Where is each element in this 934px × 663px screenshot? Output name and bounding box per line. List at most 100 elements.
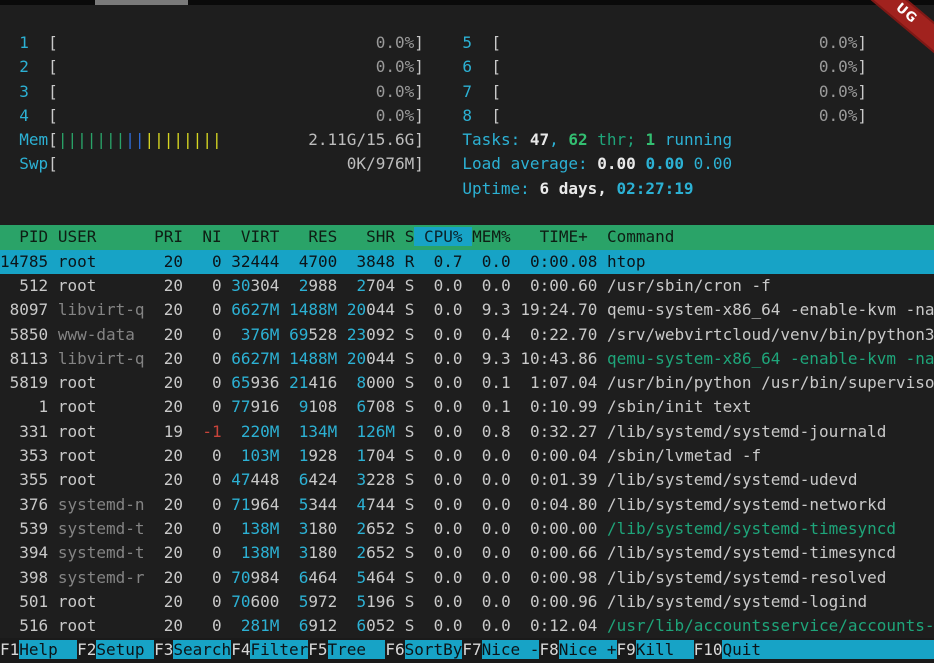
fkey-f4-filter[interactable]: F4Filter	[231, 640, 308, 659]
virt-cell: 916	[251, 397, 280, 416]
text	[395, 397, 405, 416]
command-cell: /sbin/init text	[607, 397, 752, 416]
text	[337, 397, 347, 416]
text	[337, 446, 347, 465]
swap-meter-label: Swp	[19, 154, 48, 173]
process-row-14785[interactable]: 14785 root 20 0 32444 4700 3848 R 0.7 0.…	[0, 250, 934, 274]
process-row-398[interactable]: 398 systemd-r 20 0 70984 6464 5464 S 0.0…	[0, 566, 934, 590]
text	[463, 519, 473, 538]
mem-cell: 0.0	[472, 568, 511, 587]
shr-cell: 6	[357, 397, 367, 416]
column-header-virt[interactable]: VIRT	[231, 227, 279, 246]
terminal-tab[interactable]	[95, 0, 188, 5]
cpu7-meter-bracket: [	[491, 82, 501, 101]
fkey-f2-setup[interactable]: F2Setup	[77, 640, 154, 659]
text	[48, 470, 58, 489]
column-header-command[interactable]: Command	[607, 227, 674, 246]
text	[231, 446, 241, 465]
process-row-5850[interactable]: 5850 www-data 20 0 376M 69528 23092 S 0.…	[0, 323, 934, 347]
text	[337, 349, 347, 368]
text	[395, 422, 405, 441]
column-header-cpu-sort[interactable]: CPU%	[414, 227, 472, 246]
text	[347, 495, 357, 514]
virt-cell: 448	[251, 470, 280, 489]
process-row-501[interactable]: 501 root 20 0 70600 5972 5196 S 0.0 0.0 …	[0, 590, 934, 614]
text	[337, 495, 347, 514]
mem-cell: 0.0	[472, 470, 511, 489]
text	[222, 373, 232, 392]
process-row-331[interactable]: 331 root 19 -1 220M 134M 126M S 0.0 0.8 …	[0, 420, 934, 444]
fkey-label: F4	[231, 640, 250, 659]
cpu-cell: 0.0	[424, 470, 463, 489]
res-cell: 180	[308, 519, 337, 538]
column-header-mem[interactable]: MEM%	[472, 227, 511, 246]
ni-cell: 0	[193, 373, 222, 392]
text	[597, 325, 607, 344]
column-header-shr[interactable]: SHR	[347, 227, 395, 246]
load-1min: 0.00	[597, 154, 636, 173]
text	[145, 252, 155, 271]
pid-cell: 353	[0, 446, 48, 465]
fkey-f1-help[interactable]: F1Help	[0, 640, 77, 659]
process-row-353[interactable]: 353 root 20 0 103M 1928 1704 S 0.0 0.0 0…	[0, 444, 934, 468]
process-row-394[interactable]: 394 systemd-t 20 0 138M 3180 2652 S 0.0 …	[0, 541, 934, 565]
text	[347, 592, 357, 611]
column-header-time[interactable]: TIME+	[520, 227, 597, 246]
text	[414, 616, 424, 635]
text	[289, 252, 299, 271]
text	[347, 252, 357, 271]
process-row-355[interactable]: 355 root 20 0 47448 6424 3228 S 0.0 0.0 …	[0, 468, 934, 492]
text	[0, 57, 19, 76]
time-cell: 0:00.66	[520, 543, 597, 562]
text	[463, 495, 473, 514]
user-cell: root	[58, 422, 145, 441]
column-header-pri[interactable]: PRI	[154, 227, 183, 246]
text	[337, 300, 347, 319]
state-cell: S	[405, 325, 415, 344]
column-header-ni[interactable]: NI	[193, 227, 222, 246]
process-row-5819[interactable]: 5819 root 20 0 65936 21416 8000 S 0.0 0.…	[0, 371, 934, 395]
process-row-8097[interactable]: 8097 libvirt-q 20 0 6627M 1488M 20044 S …	[0, 298, 934, 322]
shr-cell: 044	[366, 349, 395, 368]
pri-cell: 20	[154, 592, 183, 611]
fkey-f9-kill[interactable]: F9Kill	[617, 640, 694, 659]
text	[279, 252, 289, 271]
process-row-512[interactable]: 512 root 20 0 30304 2988 2704 S 0.0 0.0 …	[0, 274, 934, 298]
fkey-f5-tree[interactable]: F5Tree	[308, 640, 385, 659]
text	[597, 446, 607, 465]
cpu-meter-row: 1 [ 0.0%] 5 [ 0.0%]	[0, 31, 934, 55]
process-row-1[interactable]: 1 root 20 0 77916 9108 6708 S 0.0 0.1 0:…	[0, 395, 934, 419]
process-row-539[interactable]: 539 systemd-t 20 0 138M 3180 2652 S 0.0 …	[0, 517, 934, 541]
pid-cell: 8113	[0, 349, 48, 368]
fkey-f7-nice[interactable]: F7Nice -	[462, 640, 539, 659]
text	[463, 276, 473, 295]
process-row-376[interactable]: 376 systemd-n 20 0 71964 5344 4744 S 0.0…	[0, 493, 934, 517]
column-header-user[interactable]: USER	[58, 227, 145, 246]
time-cell: 0:00.98	[520, 568, 597, 587]
fkey-f8-nice[interactable]: F8Nice +	[539, 640, 616, 659]
text	[231, 519, 241, 538]
cpu-cell: 0.0	[424, 616, 463, 635]
cpu4-meter-bracket: [	[48, 106, 58, 125]
process-row-516[interactable]: 516 root 20 0 281M 6912 6052 S 0.0 0.0 0…	[0, 614, 934, 638]
column-header-state[interactable]: S	[405, 227, 415, 246]
fkey-f3-search[interactable]: F3Search	[154, 640, 231, 659]
cpu4-meter-label: 4	[19, 106, 48, 125]
res-cell: 6	[299, 568, 309, 587]
mem-cell: 0.0	[472, 446, 511, 465]
user-cell: systemd-r	[58, 568, 145, 587]
fkey-f6-sortby[interactable]: F6SortBy	[385, 640, 462, 659]
shr-cell: 000	[366, 373, 395, 392]
column-header-res[interactable]: RES	[289, 227, 337, 246]
text	[222, 470, 232, 489]
res-cell: 134M	[299, 422, 338, 441]
mem-cell: 0.0	[472, 276, 511, 295]
text	[145, 519, 155, 538]
column-header-pid[interactable]: PID	[0, 227, 48, 246]
mem-cache-bars: ||||||||	[145, 130, 222, 149]
process-row-8113[interactable]: 8113 libvirt-q 20 0 6627M 1488M 20044 S …	[0, 347, 934, 371]
text	[414, 519, 424, 538]
ni-cell: 0	[193, 568, 222, 587]
shr-cell: 1	[357, 446, 367, 465]
fkey-f10-quit[interactable]: F10Quit	[694, 640, 934, 659]
